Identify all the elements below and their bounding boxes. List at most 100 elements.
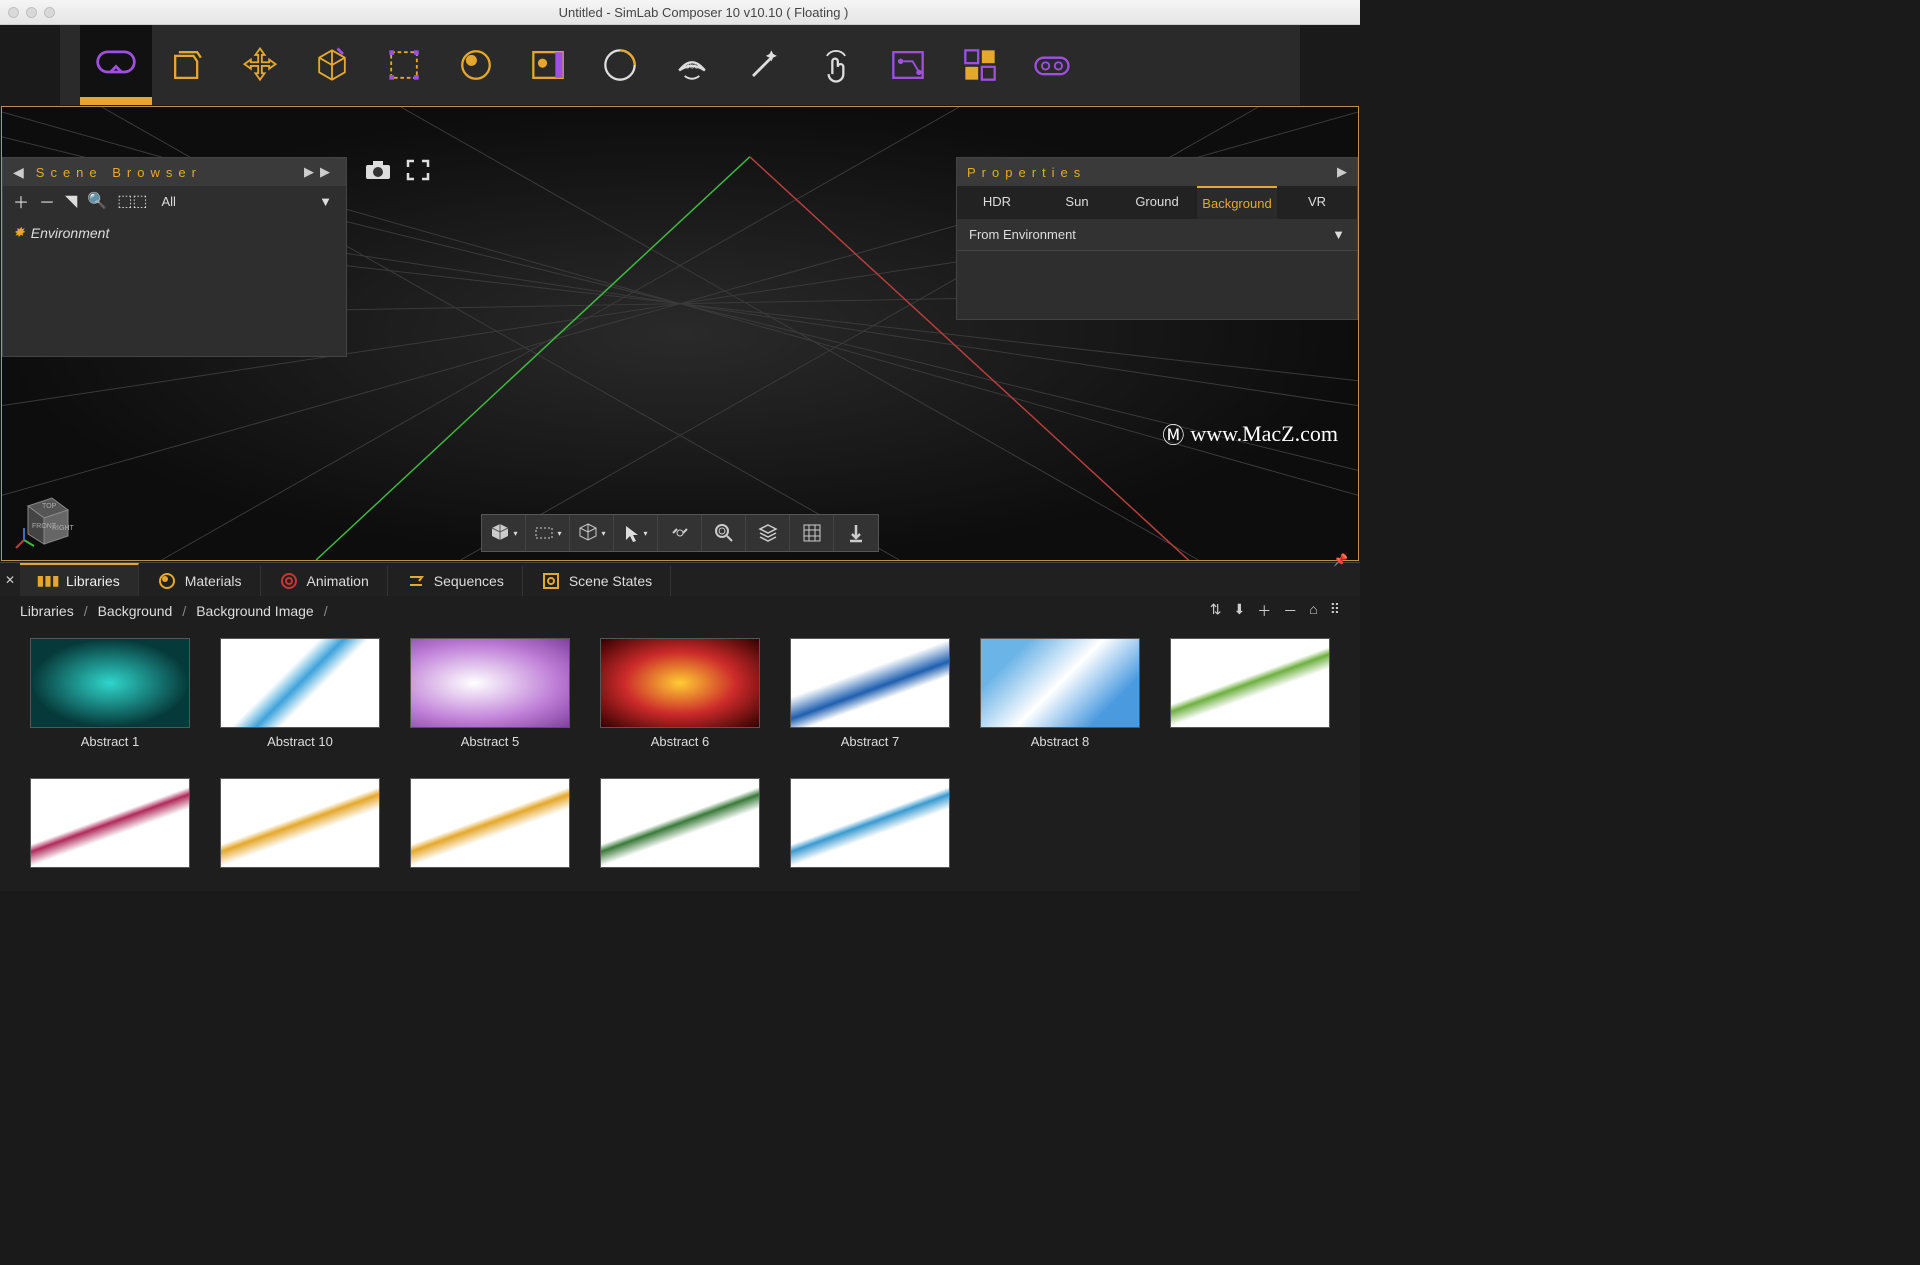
fullscreen-icon[interactable] [402, 157, 434, 183]
sb-remove-icon[interactable]: － [39, 189, 55, 213]
library-item-label: Abstract 10 [267, 734, 333, 749]
vp-zoom-icon[interactable] [702, 515, 746, 551]
window-title: Untitled - SimLab Composer 10 v10.10 ( F… [55, 5, 1352, 20]
tree-node-environment[interactable]: ✸ Environment [13, 224, 336, 241]
viewport-toolbar: ▾ ▾ ▾ ▾ [481, 514, 879, 552]
tool-preview[interactable] [512, 25, 584, 105]
watermark: Ⓜ www.MacZ.com [1162, 418, 1338, 450]
prop-tab-vr[interactable]: VR [1277, 186, 1357, 219]
sort-icon[interactable]: ⇅ [1210, 601, 1222, 621]
home-icon[interactable]: ⌂ [1309, 601, 1317, 621]
prop-tab-hdr[interactable]: HDR [957, 186, 1037, 219]
btab-label: Animation [307, 573, 369, 589]
thumb-icon [410, 638, 570, 728]
chevron-down-icon: ▼ [319, 194, 332, 209]
sb-search-icon[interactable]: 🔍 [87, 191, 107, 211]
library-item[interactable]: Abstract 7 [790, 638, 950, 754]
properties-tabs: HDR Sun Ground Background VR [957, 186, 1357, 219]
properties-panel: Properties ▶ HDR Sun Ground Background V… [956, 157, 1358, 320]
btab-label: Sequences [434, 573, 504, 589]
library-toolbar: ⇅ ⬇ ＋ － ⌂ ⠿ [1210, 601, 1340, 621]
library-item[interactable]: Abstract 1 [30, 638, 190, 754]
btab-animation[interactable]: Animation [261, 566, 388, 596]
sb-add-icon[interactable]: ＋ [13, 189, 29, 213]
library-grid: Abstract 1 Abstract 10 Abstract 5 Abstra… [0, 626, 1360, 891]
sb-filter-dropdown[interactable]: All ▼ [158, 190, 337, 213]
properties-body: From Environment ▼ [957, 219, 1357, 319]
scene-tree: ✸ Environment [3, 216, 346, 356]
traffic-max-icon[interactable] [44, 7, 55, 18]
library-item[interactable] [790, 778, 950, 879]
sb-group-icon[interactable]: ⬚⬚ [117, 191, 147, 211]
vp-shaded-cube-icon[interactable]: ▾ [482, 515, 526, 551]
grid-view-icon[interactable]: ⠿ [1330, 601, 1340, 621]
properties-expand-icon[interactable]: ▶ [1337, 164, 1347, 180]
vp-select-icon[interactable]: ▾ [614, 515, 658, 551]
library-item[interactable]: Abstract 8 [980, 638, 1140, 754]
add-icon[interactable]: ＋ [1257, 601, 1271, 621]
scene-states-icon [541, 571, 561, 591]
library-item[interactable]: Abstract 6 [600, 638, 760, 754]
tool-vr-goggles[interactable] [80, 25, 152, 105]
tool-manipulate[interactable] [800, 25, 872, 105]
download-icon[interactable]: ⬇ [1234, 601, 1246, 621]
thumb-icon [220, 638, 380, 728]
tool-360[interactable]: 360 [656, 25, 728, 105]
prop-tab-sun[interactable]: Sun [1037, 186, 1117, 219]
library-item[interactable] [1170, 638, 1330, 754]
library-item[interactable]: Abstract 5 [410, 638, 570, 754]
vp-snap-icon[interactable] [658, 515, 702, 551]
library-item[interactable] [410, 778, 570, 879]
scene-browser-collapse-icon[interactable]: ▶▶ [304, 164, 336, 180]
library-item[interactable] [30, 778, 190, 879]
btab-sequences[interactable]: Sequences [388, 566, 523, 596]
bottom-tab-bar: ✕ ▮▮▮ Libraries Materials Animation Sequ… [0, 562, 1360, 596]
tool-flow[interactable] [872, 25, 944, 105]
svg-text:360: 360 [685, 62, 699, 71]
traffic-min-icon[interactable] [26, 7, 37, 18]
remove-icon[interactable]: － [1283, 601, 1297, 621]
viewport[interactable]: ◀ Scene Browser ▶▶ ＋ － ◥ 🔍 ⬚⬚ All ▼ ✸ En… [1, 106, 1359, 561]
tool-edit-cube[interactable] [296, 25, 368, 105]
bc-background-image[interactable]: Background Image [196, 603, 314, 619]
btab-libraries[interactable]: ▮▮▮ Libraries [20, 563, 139, 596]
prop-tab-background[interactable]: Background [1197, 186, 1277, 219]
library-item[interactable] [600, 778, 760, 879]
nav-cube[interactable]: FRONTRIGHTTOP [12, 486, 76, 550]
tool-vr-preview[interactable] [1016, 25, 1088, 105]
scene-browser-back-icon[interactable]: ◀ [13, 164, 30, 181]
library-item-label: Abstract 5 [461, 734, 520, 749]
environment-icon: ✸ [13, 224, 25, 241]
btab-scene-states[interactable]: Scene States [523, 566, 671, 596]
pin-icon[interactable]: 📌 [1333, 553, 1348, 567]
tool-move[interactable] [224, 25, 296, 105]
tool-render[interactable] [584, 25, 656, 105]
tool-grid-settings[interactable] [944, 25, 1016, 105]
bc-libraries[interactable]: Libraries [20, 603, 74, 619]
btab-materials[interactable]: Materials [139, 566, 261, 596]
breadcrumb: Libraries / Background / Background Imag… [0, 596, 1360, 626]
bc-background[interactable]: Background [98, 603, 173, 619]
sb-tag-icon[interactable]: ◥ [65, 191, 77, 211]
vp-drop-icon[interactable] [834, 515, 878, 551]
tool-magic-wand[interactable] [728, 25, 800, 105]
thumb-icon [220, 778, 380, 868]
tool-file-open[interactable] [152, 25, 224, 105]
tool-selection-rect[interactable] [368, 25, 440, 105]
breadcrumb-sep: / [182, 603, 186, 619]
vp-cube-outline-icon[interactable]: ▾ [570, 515, 614, 551]
background-source-dropdown[interactable]: From Environment ▼ [957, 219, 1357, 251]
vp-wireframe-plane-icon[interactable]: ▾ [526, 515, 570, 551]
vp-grid-icon[interactable] [790, 515, 834, 551]
prop-tab-ground[interactable]: Ground [1117, 186, 1197, 219]
camera-icon[interactable] [362, 157, 394, 183]
tool-material-ball[interactable] [440, 25, 512, 105]
library-item[interactable] [220, 778, 380, 879]
library-item[interactable]: Abstract 10 [220, 638, 380, 754]
vp-layers-icon[interactable] [746, 515, 790, 551]
thumb-icon [790, 778, 950, 868]
bottom-close-icon[interactable]: ✕ [0, 563, 20, 596]
traffic-close-icon[interactable] [8, 7, 19, 18]
scene-browser-panel: ◀ Scene Browser ▶▶ ＋ － ◥ 🔍 ⬚⬚ All ▼ ✸ En… [2, 157, 347, 357]
properties-header: Properties ▶ [957, 158, 1357, 186]
